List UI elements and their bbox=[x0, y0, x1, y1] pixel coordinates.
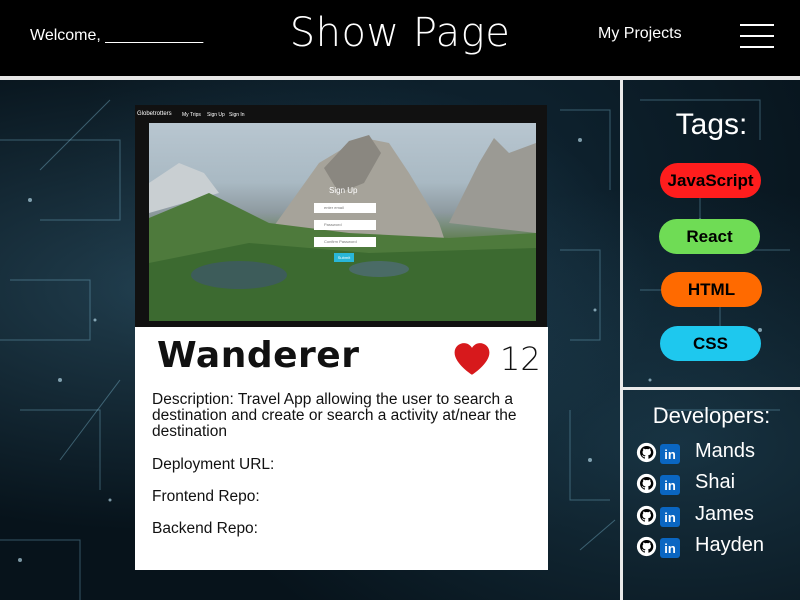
screenshot-nav-item: Sign In bbox=[229, 112, 245, 118]
developer-row: in Hayden bbox=[636, 534, 796, 558]
frontend-repo-label: Frontend Repo: bbox=[152, 488, 260, 505]
hamburger-menu-icon[interactable] bbox=[740, 24, 774, 48]
screenshot-confirm-password-input: Confirm Password bbox=[314, 237, 376, 247]
tags-heading: Tags: bbox=[675, 108, 748, 141]
top-header: Welcome, ___________ Show Page My Projec… bbox=[0, 0, 800, 76]
likes-count: 12 bbox=[500, 340, 541, 378]
sidebar-divider-vertical bbox=[620, 80, 623, 600]
linkedin-icon[interactable]: in bbox=[660, 444, 680, 464]
github-icon[interactable] bbox=[636, 536, 657, 557]
linkedin-icon[interactable]: in bbox=[660, 475, 680, 495]
screenshot-brand: Globetrotters bbox=[137, 111, 172, 117]
linkedin-icon[interactable]: in bbox=[660, 507, 680, 527]
developers-heading: Developers: bbox=[652, 403, 771, 428]
screenshot-submit-button: Submit bbox=[334, 253, 354, 262]
tag-react[interactable]: React bbox=[659, 219, 760, 254]
developer-name: Shai bbox=[695, 471, 736, 493]
screenshot-email-input: enter email bbox=[314, 203, 376, 213]
heart-icon[interactable] bbox=[453, 341, 491, 377]
screenshot-nav-item: Sign Up bbox=[207, 112, 225, 118]
github-icon[interactable] bbox=[636, 505, 657, 526]
backend-repo-label: Backend Repo: bbox=[152, 520, 258, 537]
developer-row: in James bbox=[636, 503, 796, 527]
sidebar-divider-horizontal bbox=[623, 387, 800, 390]
project-screenshot: Globetrotters My Trips Sign Up Sign In S… bbox=[135, 105, 547, 327]
developer-row: in Mands bbox=[636, 440, 796, 464]
github-icon[interactable] bbox=[636, 473, 657, 494]
screenshot-password-input: Password bbox=[314, 220, 376, 230]
deployment-url-label: Deployment URL: bbox=[152, 456, 275, 473]
tag-css[interactable]: CSS bbox=[660, 326, 761, 361]
screenshot-navbar: Globetrotters My Trips Sign Up Sign In bbox=[135, 105, 547, 123]
developer-row: in Shai bbox=[636, 471, 796, 495]
screenshot-nav-item: My Trips bbox=[182, 112, 201, 118]
developer-name: Hayden bbox=[695, 534, 764, 556]
screenshot-form-title: Sign Up bbox=[329, 186, 358, 195]
my-projects-link[interactable]: My Projects bbox=[598, 25, 682, 43]
tag-javascript[interactable]: JavaScript bbox=[660, 163, 761, 198]
mountain-landscape-image: Sign Up enter email Password Confirm Pas… bbox=[149, 123, 536, 321]
github-icon[interactable] bbox=[636, 442, 657, 463]
linkedin-icon[interactable]: in bbox=[660, 538, 680, 558]
project-title: Wanderer bbox=[157, 335, 360, 376]
developer-name: James bbox=[695, 503, 754, 525]
project-info-card: Wanderer 12 Description: Travel App allo… bbox=[135, 327, 548, 570]
tag-html[interactable]: HTML bbox=[661, 272, 762, 307]
project-description: Description: Travel App allowing the use… bbox=[152, 391, 517, 440]
developer-name: Mands bbox=[695, 440, 756, 462]
